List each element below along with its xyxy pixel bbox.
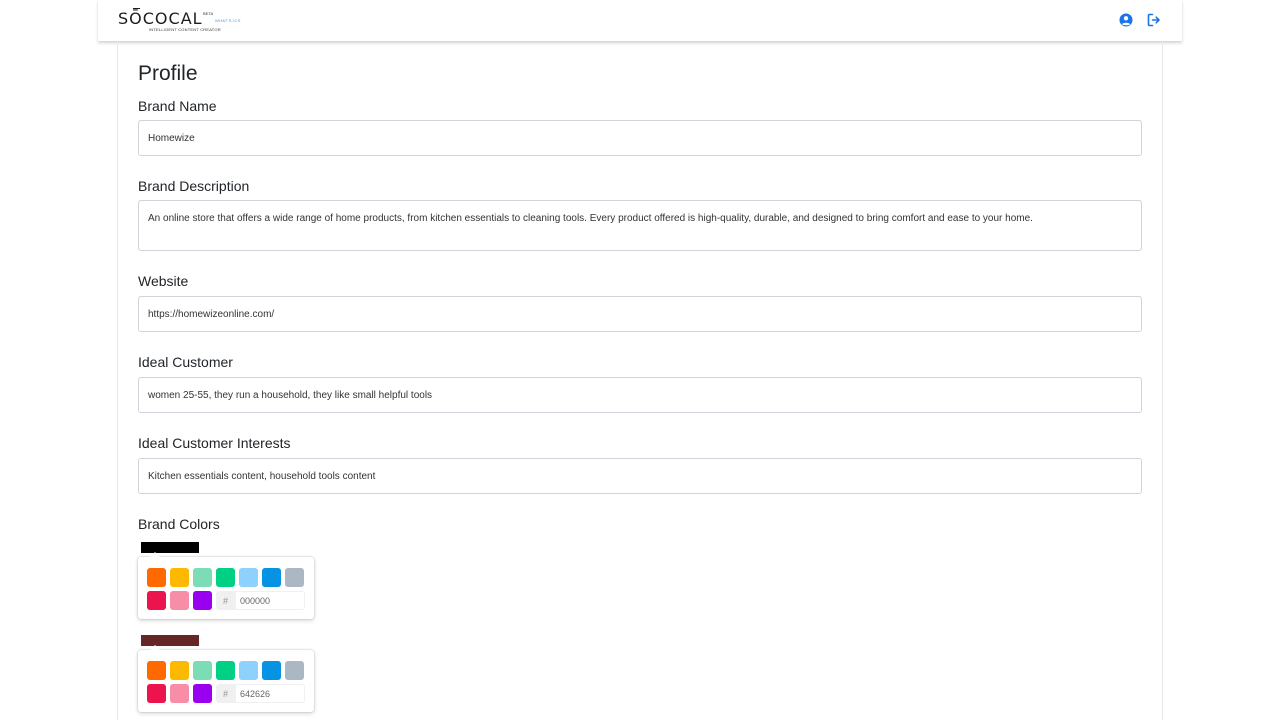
palette-color-chip[interactable] [285,568,304,587]
palette-color-chip[interactable] [170,684,189,703]
ideal-customer-label: Ideal Customer [138,354,233,370]
website-input[interactable]: https://homewizeonline.com/ [138,296,1142,332]
brand-description-label: Brand Description [138,178,250,194]
brand-colors-label: Brand Colors [138,516,220,532]
palette-color-chip[interactable] [285,661,304,680]
ideal-customer-interests-input[interactable]: Kitchen essentials content, household to… [138,458,1142,494]
ideal-customer-input[interactable]: women 25-55, they run a household, they … [138,377,1142,413]
brand-name-label: Brand Name [138,98,217,114]
palette-color-chip[interactable] [147,661,166,680]
logo-tag: WHAT'S ICS [215,18,241,23]
palette-color-chip[interactable] [170,568,189,587]
picker-arrow [150,645,160,650]
palette-color-chip[interactable] [193,661,212,680]
palette-color-chip[interactable] [216,568,235,587]
hex-hash-label: # [216,591,235,610]
palette-color-chip[interactable] [193,684,212,703]
palette-color-chip[interactable] [170,661,189,680]
sign-out-icon[interactable] [1146,12,1162,28]
palette-color-chip[interactable] [239,661,258,680]
user-circle-icon[interactable] [1118,12,1134,28]
hex-input-1[interactable]: 000000 [235,591,305,610]
profile-panel: Profile Brand Name Homewize Brand Descri… [117,41,1163,720]
website-label: Website [138,273,189,289]
brand-logo[interactable]: SŌCOCAL BETA WHAT'S ICS INTELLIGENT CONT… [118,8,240,33]
logo-wordmark: SŌCOCAL [118,9,203,28]
brand-name-input[interactable]: Homewize [138,120,1142,156]
color-picker-2: # 642626 [138,645,314,712]
palette-color-chip[interactable] [147,684,166,703]
palette-color-chip[interactable] [262,661,281,680]
palette-color-chip[interactable] [262,568,281,587]
palette-color-chip[interactable] [193,568,212,587]
palette-color-chip[interactable] [147,568,166,587]
picker-arrow [150,552,160,557]
logo-tagline: INTELLIGENT CONTENT CREATOR [149,27,221,32]
palette-color-chip[interactable] [147,591,166,610]
hex-hash-label: # [216,684,235,703]
brand-description-textarea[interactable]: An online store that offers a wide range… [138,200,1142,251]
logo-macron [133,8,140,9]
navbar-actions [1118,12,1162,28]
hex-input-2[interactable]: 642626 [235,684,305,703]
palette-color-chip[interactable] [216,661,235,680]
color-picker-1: # 000000 [138,552,314,619]
palette-color-chip[interactable] [193,591,212,610]
top-navbar: SŌCOCAL BETA WHAT'S ICS INTELLIGENT CONT… [98,0,1182,41]
logo-beta: BETA [203,11,214,16]
palette-color-chip[interactable] [239,568,258,587]
palette-color-chip[interactable] [170,591,189,610]
page-title: Profile [138,62,198,85]
ideal-customer-interests-label: Ideal Customer Interests [138,435,291,451]
